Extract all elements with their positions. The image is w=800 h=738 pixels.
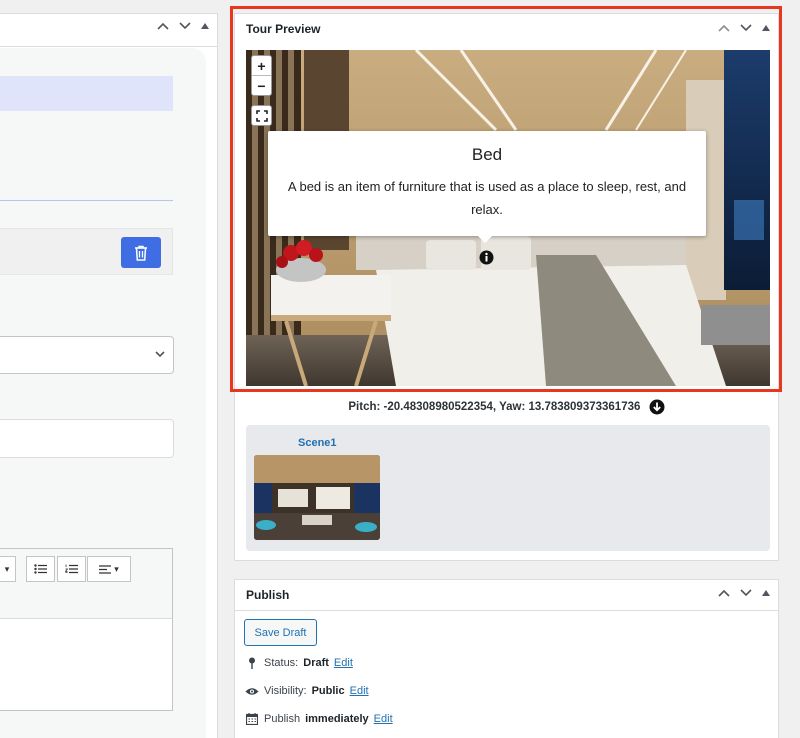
panorama-viewer[interactable]: + − Bed A bed is an item of furniture th… [246, 50, 770, 386]
chevron-up-icon[interactable] [718, 24, 730, 32]
scene-thumbnail[interactable] [254, 455, 380, 540]
status-value: Draft [303, 657, 329, 669]
chevron-up-icon[interactable] [157, 22, 169, 30]
calendar-icon [246, 713, 258, 725]
publish-controls [718, 589, 770, 597]
bullet-list-button[interactable] [26, 556, 55, 582]
fullscreen-button[interactable] [251, 105, 272, 126]
hotspot-title: Bed [471, 145, 503, 164]
left-postbox-header [0, 14, 217, 47]
visibility-row: Visibility: Public Edit [245, 685, 369, 697]
type-select[interactable] [0, 336, 174, 374]
info-icon[interactable] [479, 250, 494, 265]
zoom-in-button[interactable]: + [252, 56, 271, 76]
text-input[interactable] [0, 419, 174, 458]
description-editor[interactable]: ▾ ▾ [0, 548, 173, 711]
align-dropdown-button[interactable]: ▾ [87, 556, 131, 582]
pitch-yaw-text: Pitch: -20.48308980522354, Yaw: 13.78380… [348, 401, 641, 414]
publish-panel: Publish Save Draft Status: Draft Edit Vi… [234, 579, 779, 738]
pitch-yaw-readout: Pitch: -20.48308980522354, Yaw: 13.78380… [234, 399, 779, 415]
hotspot-row [0, 228, 173, 275]
tour-preview-controls [718, 24, 770, 32]
editor-toolbar: ▾ ▾ [0, 549, 172, 619]
hotspot-description: A bed is an item of furniture that is us… [287, 179, 687, 217]
delete-button[interactable] [121, 237, 161, 268]
eye-icon [245, 687, 259, 695]
zoom-controls: + − [251, 55, 272, 96]
publish-date-row: Publish immediately Edit [245, 713, 393, 725]
chevron-up-icon[interactable] [718, 589, 730, 597]
publish-edit-link[interactable]: Edit [374, 713, 393, 725]
tour-preview-title: Tour Preview [246, 22, 321, 36]
visibility-value: Public [311, 685, 345, 697]
numbered-list-button[interactable] [57, 556, 86, 582]
chevron-down-icon[interactable] [179, 22, 191, 30]
status-label: Status: [264, 657, 299, 669]
left-postbox-controls [157, 22, 209, 30]
publish-value: immediately [305, 713, 369, 725]
publish-title: Publish [246, 588, 290, 602]
status-row: Status: Draft Edit [245, 657, 353, 669]
visibility-edit-link[interactable]: Edit [350, 685, 369, 697]
save-draft-button[interactable]: Save Draft [244, 619, 317, 646]
align-icon [99, 564, 112, 574]
divider [0, 200, 173, 201]
publish-label: Publish [264, 713, 301, 725]
publish-header: Publish [235, 580, 778, 611]
hotspot-tooltip: Bed A bed is an item of furniture that i… [268, 131, 706, 243]
status-edit-link[interactable]: Edit [334, 657, 353, 669]
download-arrow-icon[interactable] [649, 399, 665, 415]
zoom-out-button[interactable]: − [252, 76, 271, 96]
chevron-down-icon [155, 351, 165, 358]
triangle-toggle-icon[interactable] [762, 25, 770, 31]
pin-icon [249, 657, 255, 669]
chevron-down-icon[interactable] [740, 589, 752, 597]
triangle-toggle-icon[interactable] [201, 23, 209, 29]
scene-name[interactable]: Scene1 [298, 437, 337, 449]
triangle-toggle-icon[interactable] [762, 590, 770, 596]
format-dropdown-button[interactable]: ▾ [0, 556, 16, 582]
highlighted-row[interactable] [0, 76, 173, 111]
bullet-list-icon [34, 564, 47, 574]
scene-thumbnail-image [254, 455, 380, 540]
chevron-down-icon[interactable] [740, 24, 752, 32]
fullscreen-icon [255, 109, 268, 122]
scene-list: Scene1 [246, 425, 770, 551]
visibility-label: Visibility: [264, 685, 307, 697]
numbered-list-icon [65, 564, 78, 574]
trash-icon [135, 245, 147, 261]
